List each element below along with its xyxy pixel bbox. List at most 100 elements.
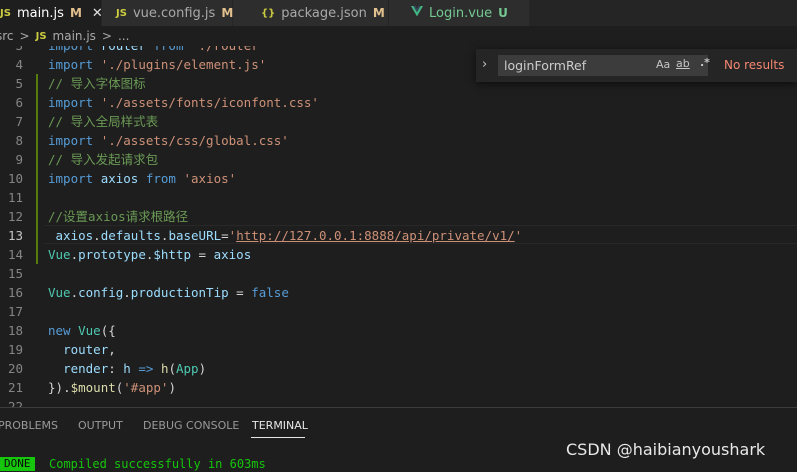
line-code: }).$mount('#app') (48, 380, 176, 395)
chevron-right-icon: > (19, 29, 30, 43)
code-line[interactable]: 13 axios.defaults.baseURL='http://127.0.… (0, 226, 797, 245)
tab-label: package.json (281, 5, 367, 21)
chevron-right-icon[interactable]: › (482, 57, 487, 72)
tab-login-vue[interactable]: Login.vue U (389, 0, 529, 26)
line-number: 10 (7, 171, 23, 186)
line-number: 5 (15, 76, 23, 91)
git-change-marker (36, 226, 38, 245)
line-number: 6 (15, 95, 23, 110)
breadcrumb-file[interactable]: main.js (53, 29, 96, 43)
line-number: 7 (15, 114, 23, 129)
line-code: // 导入全局样式表 (48, 114, 159, 129)
terminal-line: Compiled successfully in 603ms (49, 457, 266, 471)
line-number: 17 (7, 304, 23, 319)
git-change-marker (36, 207, 38, 226)
code-line[interactable]: 15 (0, 264, 797, 283)
tab-label: main.js (16, 5, 64, 21)
line-number: 20 (7, 361, 23, 376)
line-code: import router from './router' (48, 46, 266, 55)
regex-toggle[interactable]: .* (700, 56, 710, 69)
tab-status: M (69, 6, 82, 20)
find-widget: › loginFormRef Aa ab .* No results (476, 49, 797, 82)
tab-debug-console[interactable]: DEBUG CONSOLE (143, 419, 239, 432)
code-line[interactable]: 17 (0, 302, 797, 321)
code-line[interactable]: 6 import './assets/fonts/iconfont.css' (0, 93, 797, 112)
code-line[interactable]: 19 router, (0, 340, 797, 359)
line-code: import axios from 'axios' (48, 171, 237, 186)
find-result-status: No results (724, 58, 785, 72)
js-file-icon: JS (35, 30, 47, 42)
code-line[interactable]: 11 (0, 188, 797, 207)
tab-label: vue.config.js (132, 5, 216, 21)
tab-problems[interactable]: PROBLEMS (0, 419, 58, 432)
match-case-toggle[interactable]: Aa (656, 58, 670, 71)
line-number: 15 (7, 266, 23, 281)
watermark: CSDN @haibianyoushark (566, 440, 766, 459)
git-change-marker (36, 74, 38, 93)
tab-terminal[interactable]: TERMINAL (252, 419, 308, 432)
tab-vue-config-js[interactable]: JS vue.config.js M (102, 0, 234, 26)
code-line[interactable]: 18 new Vue({ (0, 321, 797, 340)
line-number: 16 (7, 285, 23, 300)
line-number: 4 (15, 57, 23, 72)
code-line[interactable]: 9 // 导入发起请求包 (0, 150, 797, 169)
breadcrumb-folder[interactable]: src (0, 29, 14, 43)
line-number: 9 (15, 152, 23, 167)
find-query: loginFormRef (504, 58, 587, 73)
line-code: import './assets/css/global.css' (48, 133, 289, 148)
breadcrumb: src > JS main.js > ... (0, 26, 797, 46)
tab-status: U (498, 6, 508, 20)
line-number: 18 (7, 323, 23, 338)
js-file-icon: JS (0, 7, 11, 19)
git-change-marker (36, 112, 38, 131)
code-line[interactable]: 16 Vue.config.productionTip = false (0, 283, 797, 302)
line-number: 13 (7, 228, 23, 243)
line-number: 21 (7, 380, 23, 395)
tab-bar: JS main.js M ✕ JS vue.config.js M {} pac… (0, 0, 797, 26)
line-code: import './plugins/element.js' (48, 57, 267, 72)
code-line[interactable]: 7 // 导入全局样式表 (0, 112, 797, 131)
js-file-icon: JS (116, 7, 127, 19)
status-badge: DONE (0, 457, 35, 471)
git-change-marker (36, 188, 38, 207)
tab-output[interactable]: OUTPUT (78, 419, 123, 432)
tab-status: M (372, 6, 385, 20)
git-change-marker (36, 93, 38, 112)
tab-package-json[interactable]: {} package.json M (233, 0, 388, 26)
line-code: //设置axios请求根路径 (48, 209, 189, 224)
code-line[interactable]: 22 (0, 397, 797, 407)
line-number: 3 (0, 46, 23, 55)
code-editor[interactable]: 3 import router from './router' 4 import '.… (0, 46, 797, 407)
chevron-right-icon: > (101, 29, 112, 43)
json-file-icon: {} (261, 7, 276, 19)
tab-label: Login.vue (429, 5, 493, 21)
line-number: 12 (7, 209, 23, 224)
active-tab-indicator (251, 437, 305, 438)
line-number: 19 (7, 342, 23, 357)
line-code: Vue.config.productionTip = false (48, 285, 289, 300)
line-code: Vue.prototype.$http = axios (48, 247, 252, 262)
whole-word-toggle[interactable]: ab (676, 57, 690, 70)
line-number: 22 (7, 399, 23, 407)
code-line[interactable]: 12 //设置axios请求根路径 (0, 207, 797, 226)
line-code: new Vue({ (48, 323, 116, 338)
git-change-marker (36, 245, 38, 264)
line-number: 8 (15, 133, 23, 148)
git-change-marker (36, 131, 38, 150)
line-number: 14 (7, 247, 23, 262)
bottom-panel: PROBLEMS OUTPUT DEBUG CONSOLE TERMINAL D… (0, 407, 797, 471)
line-code: render: h => h(App) (63, 361, 207, 376)
tab-main-js[interactable]: JS main.js M ✕ (0, 0, 103, 26)
tab-status: M (221, 6, 234, 20)
code-line[interactable]: 20 render: h => h(App) (0, 359, 797, 378)
code-line[interactable]: 8 import './assets/css/global.css' (0, 131, 797, 150)
line-number: 11 (7, 190, 23, 205)
git-change-marker (36, 150, 38, 169)
vue-icon (411, 6, 423, 20)
git-change-marker (36, 169, 38, 188)
line-code: import './assets/fonts/iconfont.css' (48, 95, 319, 110)
code-line[interactable]: 14 Vue.prototype.$http = axios (0, 245, 797, 264)
code-line[interactable]: 21 }).$mount('#app') (0, 378, 797, 397)
code-line[interactable]: 10 import axios from 'axios' (0, 169, 797, 188)
breadcrumb-symbol[interactable]: ... (118, 29, 129, 43)
